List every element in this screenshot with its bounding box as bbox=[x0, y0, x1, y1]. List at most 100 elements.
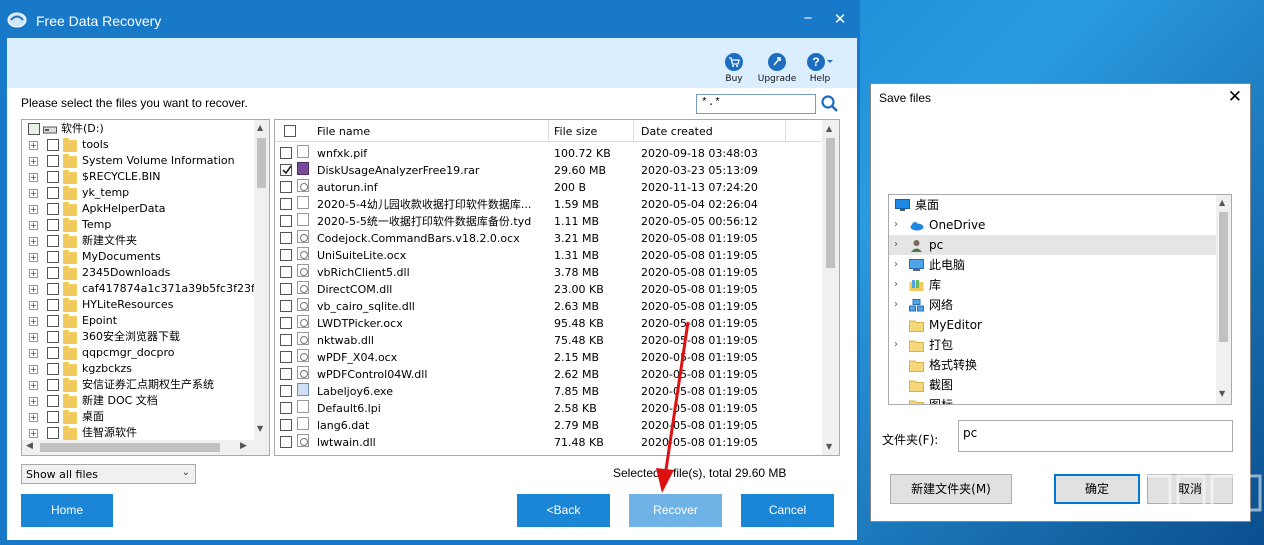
file-checkbox[interactable] bbox=[280, 249, 292, 261]
tree-scroll-thumb[interactable] bbox=[257, 138, 266, 188]
file-list-scroll-thumb[interactable] bbox=[826, 138, 835, 268]
file-row[interactable]: wPDF_X04.ocx 2.15 MB 2020-05-08 01:19:05 bbox=[275, 349, 822, 366]
file-checkbox[interactable] bbox=[280, 147, 292, 159]
file-row[interactable]: autorun.inf 200 B 2020-11-13 07:24:20 bbox=[275, 179, 822, 196]
tree-item[interactable]: + 桌面 bbox=[22, 409, 254, 425]
chevron-right-icon[interactable]: › bbox=[894, 255, 898, 275]
tree-item[interactable]: + caf417874a1c371a39b5fc3f23f4ba bbox=[22, 281, 269, 297]
file-row[interactable]: 2020-5-4幼儿园收款收据打印软件数据库... 1.59 MB 2020-05-… bbox=[275, 196, 822, 213]
expand-icon[interactable]: + bbox=[29, 221, 38, 230]
expand-icon[interactable]: + bbox=[29, 269, 38, 278]
file-checkbox[interactable] bbox=[280, 385, 292, 397]
dialog-scroll-thumb[interactable] bbox=[1219, 212, 1228, 342]
file-checkbox[interactable] bbox=[280, 181, 292, 193]
dialog-tree-item[interactable]: › OneDrive bbox=[889, 215, 1216, 235]
file-row[interactable]: Codejock.CommandBars.v18.2.0.ocx 3.21 MB 2… bbox=[275, 230, 822, 247]
tree-item[interactable]: + MyDocuments bbox=[22, 249, 254, 265]
file-row[interactable]: 2020-5-5统一收据打印软件数据库备份.tyd 1.11 MB 2020-05-… bbox=[275, 213, 822, 230]
tree-item-checkbox[interactable] bbox=[47, 347, 59, 359]
file-checkbox[interactable] bbox=[280, 266, 292, 278]
dialog-tree-item[interactable]: 格式转换 bbox=[889, 355, 1216, 375]
scroll-up-arrow-icon[interactable]: ▲ bbox=[1219, 198, 1225, 207]
dialog-tree-item[interactable]: 图标 bbox=[889, 395, 1216, 404]
file-list-scrollbar[interactable]: ▲ ▼ bbox=[822, 120, 839, 455]
tree-item-checkbox[interactable] bbox=[47, 315, 59, 327]
file-row[interactable]: LWDTPicker.ocx 95.48 KB 2020-05-08 01:19:0… bbox=[275, 315, 822, 332]
expand-icon[interactable]: + bbox=[29, 285, 38, 294]
show-files-dropdown[interactable]: Show all files ⌄ bbox=[21, 464, 196, 484]
search-icon[interactable] bbox=[820, 94, 840, 114]
tree-item-checkbox[interactable] bbox=[47, 427, 59, 439]
tree-hscroll-thumb[interactable] bbox=[40, 443, 220, 452]
expand-icon[interactable]: + bbox=[29, 301, 38, 310]
tree-item[interactable]: + 新建 DOC 文档 bbox=[22, 393, 254, 409]
new-folder-button[interactable]: 新建文件夹(M) bbox=[890, 474, 1012, 504]
chevron-right-icon[interactable]: › bbox=[894, 335, 898, 355]
tree-item[interactable]: + $RECYCLE.BIN bbox=[22, 169, 254, 185]
dialog-tree-item[interactable]: › pc bbox=[889, 235, 1216, 255]
tree-item[interactable]: + qqpcmgr_docpro bbox=[22, 345, 254, 361]
tree-item[interactable]: + Epoint bbox=[22, 313, 254, 329]
tree-item[interactable]: + tools bbox=[22, 137, 254, 153]
file-row[interactable]: wnfxk.pif 100.72 KB 2020-09-18 03:48:03 bbox=[275, 145, 822, 162]
file-checkbox[interactable] bbox=[280, 368, 292, 380]
tree-item[interactable]: +360安全浏览器下载 bbox=[22, 329, 254, 345]
file-row[interactable]: wPDFControl04W.dll 2.62 MB 2020-05-08 01:1… bbox=[275, 366, 822, 383]
expand-icon[interactable]: + bbox=[29, 205, 38, 214]
tree-item-checkbox[interactable] bbox=[47, 139, 59, 151]
cancel-button[interactable]: Cancel bbox=[741, 494, 834, 527]
dialog-tree-item[interactable]: 桌面 bbox=[889, 195, 1216, 215]
scroll-right-arrow-icon[interactable]: ▶ bbox=[240, 441, 247, 451]
dialog-tree-item[interactable]: › 网络 bbox=[889, 295, 1216, 315]
minimize-button[interactable]: − bbox=[798, 10, 818, 27]
file-checkbox[interactable] bbox=[280, 317, 292, 329]
expand-icon[interactable]: + bbox=[29, 189, 38, 198]
tree-item[interactable]: +2345Downloads bbox=[22, 265, 254, 281]
scroll-down-arrow-icon[interactable]: ▼ bbox=[257, 424, 263, 433]
tree-item-checkbox[interactable] bbox=[47, 187, 59, 199]
file-filter-input[interactable]: *.* bbox=[696, 94, 816, 114]
expand-icon[interactable]: + bbox=[29, 413, 38, 422]
scroll-up-arrow-icon[interactable]: ▲ bbox=[826, 124, 832, 133]
back-button[interactable]: <Back bbox=[517, 494, 610, 527]
tree-vertical-scrollbar[interactable]: ▲ ▼ bbox=[254, 120, 269, 455]
tree-item-checkbox[interactable] bbox=[47, 331, 59, 343]
tree-item-checkbox[interactable] bbox=[47, 251, 59, 263]
file-checkbox[interactable] bbox=[280, 300, 292, 312]
select-all-checkbox[interactable] bbox=[284, 125, 296, 137]
scroll-left-arrow-icon[interactable]: ◀ bbox=[26, 441, 33, 451]
file-checkbox[interactable] bbox=[280, 232, 292, 244]
dialog-tree-item[interactable]: › 此电脑 bbox=[889, 255, 1216, 275]
scroll-up-arrow-icon[interactable]: ▲ bbox=[257, 123, 263, 132]
tree-item-checkbox[interactable] bbox=[47, 283, 59, 295]
tree-item-checkbox[interactable] bbox=[47, 411, 59, 423]
file-row[interactable]: Default6.lpi 2.58 KB 2020-05-08 01:19:05 bbox=[275, 400, 822, 417]
scroll-down-arrow-icon[interactable]: ▼ bbox=[1219, 389, 1225, 398]
dialog-tree-item[interactable]: › 库 bbox=[889, 275, 1216, 295]
tree-item-checkbox[interactable] bbox=[47, 203, 59, 215]
close-icon[interactable]: ✕ bbox=[1228, 87, 1242, 107]
folder-input[interactable]: pc bbox=[958, 420, 1233, 452]
column-date-created[interactable]: Date created bbox=[641, 125, 713, 138]
expand-icon[interactable]: + bbox=[29, 157, 38, 166]
file-list[interactable]: File name File size Date created wnfxk.p… bbox=[274, 119, 840, 456]
tree-item[interactable]: + yk_temp bbox=[22, 185, 254, 201]
buy-button[interactable]: Buy bbox=[711, 52, 757, 84]
expand-icon[interactable]: + bbox=[29, 349, 38, 358]
dialog-tree-item[interactable]: 截图 bbox=[889, 375, 1216, 395]
expand-icon[interactable]: + bbox=[29, 173, 38, 182]
recover-button[interactable]: Recover bbox=[629, 494, 722, 527]
tree-item-checkbox[interactable] bbox=[47, 235, 59, 247]
file-row[interactable]: DirectCOM.dll 23.00 KB 2020-05-08 01:19:05 bbox=[275, 281, 822, 298]
tree-horizontal-scrollbar[interactable]: ◀ ▶ bbox=[22, 440, 254, 455]
tree-item[interactable]: + 佳智源软件 bbox=[22, 425, 254, 441]
file-row[interactable]: lang6.dat 2.79 MB 2020-05-08 01:19:05 bbox=[275, 417, 822, 434]
folder-browser-tree[interactable]: 桌面 › OneDrive › pc › 此电脑 › 库 › 网络 MyEditor › 打包 格式转换 截图… bbox=[888, 194, 1232, 405]
tree-item-checkbox[interactable] bbox=[47, 267, 59, 279]
tree-item-checkbox[interactable] bbox=[47, 299, 59, 311]
home-button[interactable]: Home bbox=[21, 494, 113, 527]
chevron-right-icon[interactable]: › bbox=[894, 295, 898, 315]
file-row[interactable]: vbRichClient5.dll 3.78 MB 2020-05-08 01:19… bbox=[275, 264, 822, 281]
chevron-right-icon[interactable]: › bbox=[894, 235, 898, 255]
close-button[interactable]: ✕ bbox=[830, 10, 850, 28]
